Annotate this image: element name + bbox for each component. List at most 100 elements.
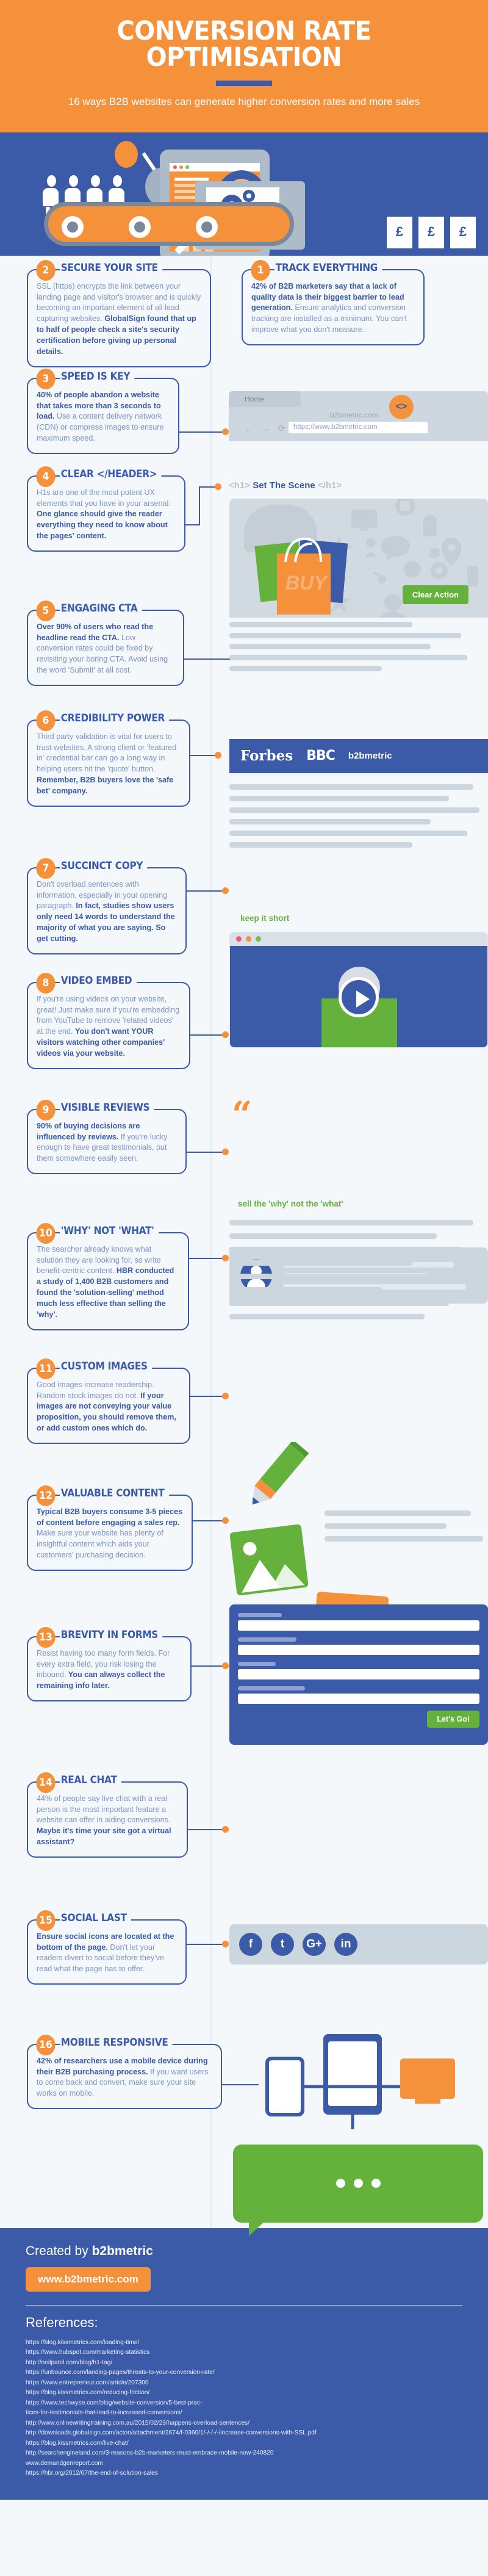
reference-item[interactable]: https://www.hubspot.com/marketing-statis… bbox=[26, 2348, 462, 2358]
tip-body: Good images increase readership. Random … bbox=[37, 1380, 176, 1433]
tip-card-12: 12 VALUABLE CONTENT Typical B2B buyers c… bbox=[27, 1485, 193, 1571]
reference-item[interactable]: http://downloads.globalsign.com/acton/at… bbox=[26, 2428, 462, 2439]
facebook-icon[interactable]: f bbox=[239, 1932, 262, 1956]
title-rule bbox=[216, 81, 272, 86]
responsive-devices bbox=[256, 2026, 464, 2138]
tip-number-badge: 9 bbox=[36, 1099, 56, 1120]
browser-mockup: Home b2bmetric.com ← → ⟳ https://www.b2b… bbox=[229, 391, 488, 452]
tip-title: SOCIAL LAST bbox=[60, 1911, 131, 1924]
form-label bbox=[238, 1686, 305, 1690]
reference-item[interactable]: https://www.entrepreneur.com/article/207… bbox=[26, 2378, 462, 2389]
form-input[interactable] bbox=[238, 1669, 479, 1679]
form-input[interactable] bbox=[238, 1644, 479, 1655]
connector-dot-14 bbox=[222, 1825, 229, 1833]
pound-note-icon: £ bbox=[387, 216, 412, 248]
tip-card-4: 4 CLEAR </HEADER> H1s are one of the mos… bbox=[27, 466, 185, 552]
form-label bbox=[238, 1661, 276, 1666]
connector-dot-15 bbox=[222, 1940, 229, 1947]
connector-line-10 bbox=[189, 1257, 227, 1259]
tip-number-badge: 11 bbox=[36, 1358, 56, 1379]
reference-item[interactable]: https://blog.kissmetrics.com/loading-tim… bbox=[26, 2338, 462, 2348]
website-url-button[interactable]: www.b2bmetric.com bbox=[26, 2267, 151, 2292]
logo-forbes: Forbes bbox=[240, 748, 293, 765]
infographic-page: CONVERSION RATE OPTIMISATION 16 ways B2B… bbox=[0, 0, 488, 2500]
twitter-icon[interactable]: t bbox=[271, 1932, 294, 1956]
video-player-mockup bbox=[229, 931, 488, 1048]
tip-number-badge: 4 bbox=[36, 466, 56, 487]
belt-roller bbox=[196, 215, 218, 238]
connector-dot-12 bbox=[222, 1517, 229, 1524]
pound-note-icon: £ bbox=[450, 216, 476, 248]
tip-number-badge: 1 bbox=[251, 259, 270, 281]
h1-open-tag: <h1> bbox=[229, 480, 251, 491]
column-divider bbox=[210, 255, 212, 2228]
tip-title: VIDEO EMBED bbox=[60, 974, 137, 987]
note-keep-it-short: keep it short bbox=[240, 913, 290, 923]
tip-body: If you're using videos on your website, … bbox=[37, 994, 180, 1058]
form-submit-button[interactable]: Let's Go! bbox=[427, 1710, 479, 1728]
image-card-green bbox=[229, 1523, 309, 1596]
tip-body: Don't overload sentences with informatio… bbox=[37, 879, 175, 943]
connector-dot-9 bbox=[222, 1148, 229, 1155]
tip-title: 'WHY' NOT 'WHAT' bbox=[60, 1224, 159, 1237]
form-mockup: Let's Go! bbox=[229, 1604, 488, 1745]
bag-label: BUY bbox=[285, 571, 327, 594]
reference-item[interactable]: http://neilpatel.com/blog/h1-tag/ bbox=[26, 2358, 462, 2369]
page-subtitle: 16 ways B2B websites can generate higher… bbox=[68, 96, 420, 107]
reference-item[interactable]: https://unbounce.com/landing-pages/threa… bbox=[26, 2368, 462, 2378]
tip-title: BREVITY IN FORMS bbox=[60, 1628, 163, 1641]
hero-shopping-image: BUY Clear Action bbox=[229, 498, 488, 618]
window-dot-orange-icon bbox=[179, 165, 183, 169]
form-input[interactable] bbox=[238, 1693, 479, 1704]
belt-roller bbox=[129, 215, 151, 238]
video-frame bbox=[230, 945, 487, 1047]
reference-item[interactable]: http://searchengineland.com/3-reasons-b2… bbox=[26, 2448, 462, 2459]
money-stack: £ £ £ bbox=[387, 216, 476, 248]
tip-number-badge: 10 bbox=[36, 1222, 56, 1244]
reference-item[interactable]: https://www.techwyse.com/blog/website-co… bbox=[26, 2398, 462, 2409]
tip-body: SSL (https) encrypts the link between yo… bbox=[37, 281, 201, 356]
form-input[interactable] bbox=[238, 1620, 479, 1631]
connector-line-16 bbox=[222, 2084, 259, 2085]
tip-body: 40% of people abandon a website that tak… bbox=[37, 390, 164, 443]
reference-item[interactable]: https://blog.kissmetrics.com/reducing-fr… bbox=[26, 2388, 462, 2398]
browser-url-input[interactable]: https://www.b2bmetric.com bbox=[289, 421, 428, 433]
tip-body: 42% of B2B marketers say that a lack of … bbox=[251, 281, 407, 334]
connector-dot-10 bbox=[222, 1254, 229, 1261]
tip-card-2: 2 SECURE YOUR SITE SSL (https) encrypts … bbox=[27, 259, 211, 367]
connector-line-8 bbox=[190, 1034, 227, 1036]
google-plus-icon[interactable]: G+ bbox=[303, 1932, 326, 1956]
connector-line-15 bbox=[187, 1943, 227, 1945]
header-banner: CONVERSION RATE OPTIMISATION 16 ways B2B… bbox=[0, 0, 488, 131]
tip-card-1: 1 TRACK EVERYTHING 42% of B2B marketers … bbox=[242, 259, 425, 346]
typing-dot-icon bbox=[353, 2179, 363, 2188]
tip-body: Typical B2B buyers consume 3-5 pieces of… bbox=[37, 1507, 183, 1560]
linkedin-icon[interactable]: in bbox=[334, 1932, 357, 1956]
pound-note-icon: £ bbox=[418, 216, 444, 248]
tip-body: Third party validation is vital for user… bbox=[37, 732, 177, 796]
tip-title: VALUABLE CONTENT bbox=[60, 1487, 169, 1499]
connector-dot-4 bbox=[215, 483, 221, 490]
reference-item[interactable]: http://www.onlinewritingtraining.com.au/… bbox=[26, 2419, 462, 2429]
browser-page-top bbox=[229, 441, 488, 452]
tip-card-10: 10 'WHY' NOT 'WHAT' The searcher already… bbox=[27, 1222, 189, 1330]
connector-dot-11 bbox=[222, 1392, 229, 1399]
tip-body: 90% of buying decisions are influenced b… bbox=[37, 1121, 168, 1163]
page-skeleton-1 bbox=[229, 621, 488, 677]
connector-line-11 bbox=[190, 1395, 227, 1397]
cta-button[interactable]: Clear Action bbox=[402, 585, 468, 604]
browser-tab[interactable]: Home bbox=[229, 391, 301, 407]
tip-number-badge: 8 bbox=[36, 972, 56, 994]
reference-item[interactable]: https://blog.kissmetrics.com/live-chat/ bbox=[26, 2439, 462, 2449]
reference-item[interactable]: www.demandgenreport.com bbox=[26, 2459, 462, 2469]
connector-line-4b bbox=[199, 486, 200, 525]
tip-card-16: 16 MOBILE RESPONSIVE 42% of researchers … bbox=[27, 2034, 222, 2110]
play-button[interactable] bbox=[339, 976, 379, 1017]
social-icon-bar: f t G+ in bbox=[229, 1924, 488, 1964]
connector-line-4a bbox=[185, 524, 200, 525]
conveyor-belt bbox=[44, 201, 294, 246]
tip-number-badge: 5 bbox=[36, 600, 56, 621]
reference-item[interactable]: https://hbr.org/2012/07/the-end-of-solut… bbox=[26, 2469, 462, 2479]
browser-nav-icons[interactable]: ← → ⟳ bbox=[245, 423, 288, 434]
reference-item[interactable]: tices-for-testimonials-that-lead-to-incr… bbox=[26, 2408, 462, 2419]
